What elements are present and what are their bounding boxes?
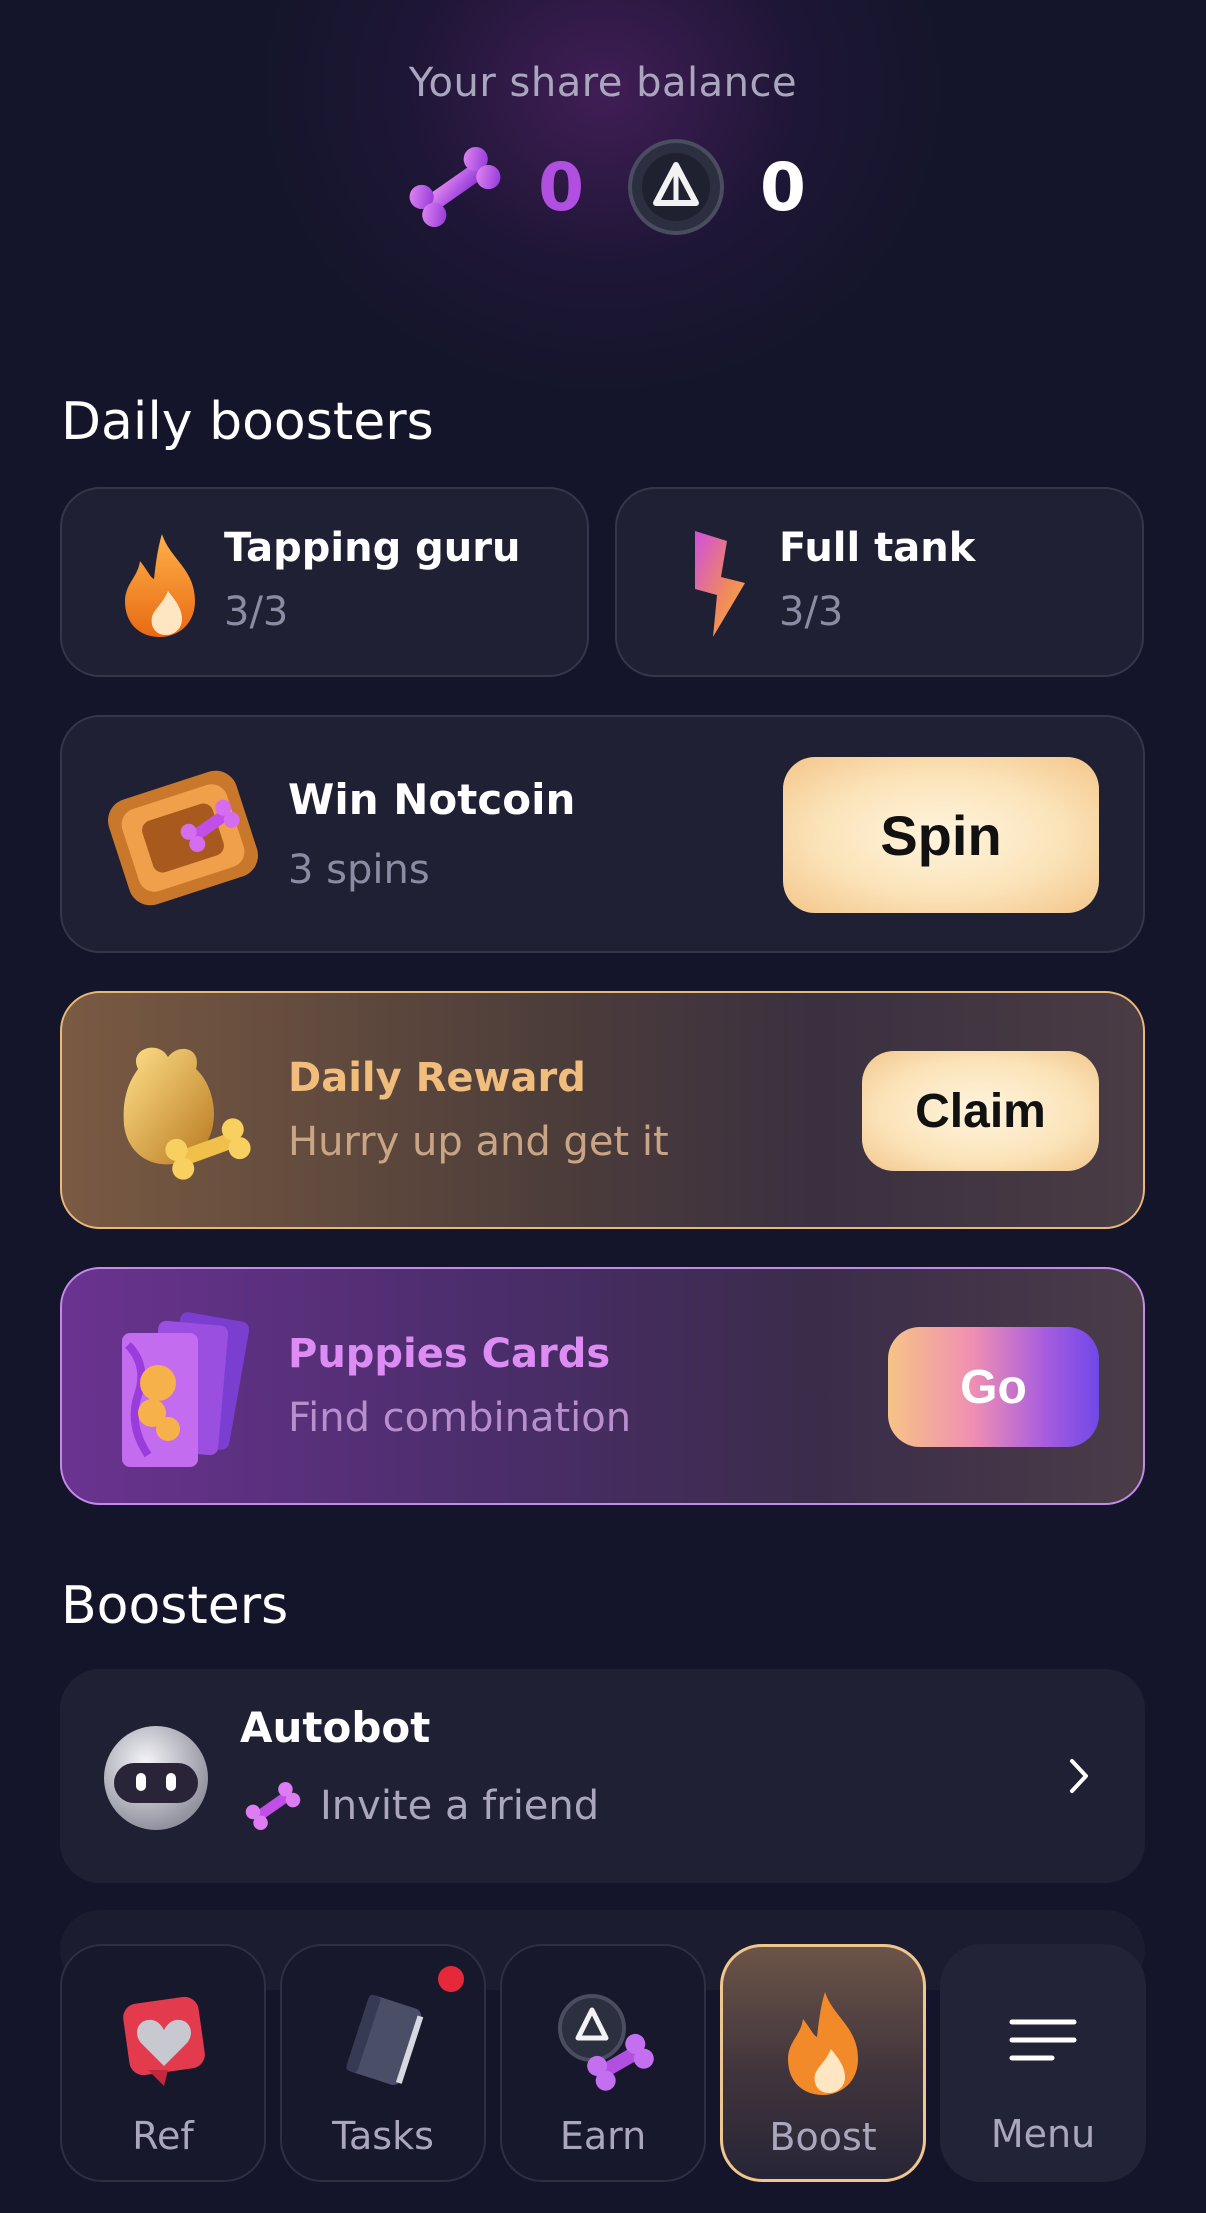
gold-bag-icon — [123, 1047, 251, 1180]
claim-button[interactable]: Claim — [862, 1051, 1099, 1171]
puppies-cards-title: Puppies Cards — [288, 1331, 611, 1377]
autobot-subtitle: Invite a friend — [320, 1783, 600, 1829]
autobot-requirement: Invite a friend — [240, 1773, 599, 1839]
boosters-title: Boosters — [61, 1576, 289, 1636]
bone-icon — [409, 146, 501, 228]
nav-earn[interactable]: Earn — [500, 1944, 706, 2182]
nav-menu-label: Menu — [990, 2112, 1096, 2156]
bottom-nav: Ref Tasks Earn Boost Menu — [60, 1944, 1146, 2182]
tapping-guru-title: Tapping guru — [224, 525, 521, 571]
autobot-title: Autobot — [240, 1703, 431, 1752]
hamburger-icon — [1009, 2019, 1077, 2061]
daily-reward-subtitle: Hurry up and get it — [288, 1119, 669, 1165]
full-tank-title: Full tank — [779, 525, 976, 571]
heart-badge-icon — [123, 1996, 205, 2086]
daily-reward-title: Daily Reward — [288, 1055, 586, 1101]
bone-icon — [245, 1781, 301, 1831]
cards-icon — [122, 1312, 250, 1467]
nav-boost-label: Boost — [769, 2115, 877, 2159]
nav-ref[interactable]: Ref — [60, 1944, 266, 2182]
coin-icon — [628, 139, 724, 235]
coin-balance: 0 — [760, 148, 806, 226]
flame-icon — [125, 534, 195, 637]
bones-balance: 0 — [538, 148, 584, 226]
coin-bone-icon — [558, 1994, 654, 2091]
win-notcoin-title: Win Notcoin — [288, 775, 576, 824]
book-icon — [346, 1994, 424, 2085]
nav-tasks[interactable]: Tasks — [280, 1944, 486, 2182]
go-button[interactable]: Go — [888, 1327, 1099, 1447]
nav-boost[interactable]: Boost — [720, 1944, 927, 2182]
daily-boosters-title: Daily boosters — [61, 392, 434, 452]
full-tank-count: 3/3 — [779, 589, 844, 635]
nav-menu[interactable]: Menu — [940, 1944, 1146, 2182]
balance-title: Your share balance — [408, 60, 798, 106]
nav-tasks-label: Tasks — [332, 2114, 434, 2158]
balance-row: 0 0 — [0, 132, 1206, 242]
autobot-card[interactable]: Autobot Invite a friend — [60, 1669, 1145, 1883]
slot-box-icon — [108, 770, 258, 906]
lightning-icon — [695, 531, 745, 637]
tapping-guru-card[interactable]: Tapping guru 3/3 — [60, 487, 589, 677]
notification-dot — [438, 1966, 464, 1992]
nav-earn-label: Earn — [559, 2114, 647, 2158]
chevron-right-icon — [1070, 1759, 1088, 1793]
tapping-guru-count: 3/3 — [224, 589, 289, 635]
nav-ref-label: Ref — [132, 2114, 194, 2158]
win-notcoin-card: Win Notcoin 3 spins Spin — [60, 715, 1145, 953]
puppies-cards-subtitle: Find combination — [288, 1395, 632, 1441]
spin-button[interactable]: Spin — [783, 757, 1099, 913]
win-notcoin-spins: 3 spins — [288, 847, 430, 893]
puppies-cards-card: Puppies Cards Find combination Go — [60, 1267, 1145, 1505]
flame-icon — [788, 1992, 858, 2095]
daily-reward-card: Daily Reward Hurry up and get it Claim — [60, 991, 1145, 1229]
full-tank-card[interactable]: Full tank 3/3 — [615, 487, 1144, 677]
robot-icon — [104, 1726, 208, 1830]
